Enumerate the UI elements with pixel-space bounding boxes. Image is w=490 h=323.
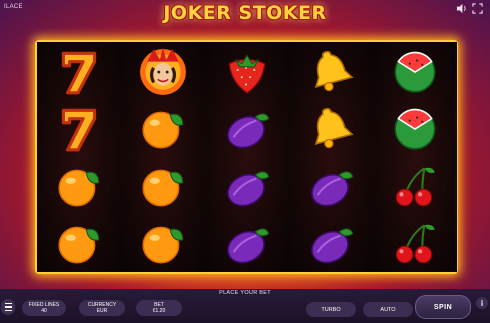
joker-icon <box>140 46 186 95</box>
bet-value: €1.20 <box>152 308 166 314</box>
speaker-icon[interactable] <box>456 3 467 14</box>
bell-icon <box>314 50 354 92</box>
orange-icon <box>142 169 184 207</box>
symbol-orange <box>121 157 205 215</box>
watermelon-icon <box>394 51 436 93</box>
symbol-strawberry <box>205 42 289 100</box>
reel-1 <box>37 42 122 272</box>
symbol-orange <box>37 215 121 273</box>
symbol-watermelon <box>373 100 457 158</box>
symbol-plum <box>205 100 289 158</box>
menu-button[interactable] <box>1 299 15 315</box>
bet-selector[interactable]: BET €1.20 <box>136 300 182 316</box>
symbol-joker <box>121 42 205 100</box>
symbol-orange <box>37 157 121 215</box>
strawberry-icon <box>228 54 266 94</box>
symbol-orange <box>121 100 205 158</box>
symbol-cherry <box>373 157 457 215</box>
top-bar: ILACE JOKER STOKER <box>0 0 490 24</box>
info-button[interactable] <box>476 297 488 309</box>
hamburger-icon <box>4 303 12 305</box>
symbol-plum <box>205 215 289 273</box>
orange-icon <box>142 226 184 264</box>
plum-icon <box>311 171 354 207</box>
symbol-plum <box>205 157 289 215</box>
plum-icon <box>227 228 270 264</box>
orange-icon <box>58 226 100 264</box>
orange-icon <box>142 111 184 149</box>
seven-icon <box>61 51 97 95</box>
reel-4 <box>289 42 374 272</box>
cherry-icon <box>395 167 435 207</box>
fixed-lines-value: 40 <box>41 308 47 314</box>
plum-icon <box>227 171 270 207</box>
bell-icon <box>314 108 354 149</box>
reels-frame <box>35 40 458 274</box>
fixed-lines-display: FIXED LINES 40 <box>22 300 66 316</box>
symbol-plum <box>289 157 373 215</box>
plum-icon <box>227 113 270 149</box>
seven-icon <box>61 109 97 152</box>
reel-3 <box>205 42 290 272</box>
reel-2 <box>121 42 206 272</box>
symbol-seven <box>37 42 121 100</box>
status-message: PLACE YOUR BET <box>219 290 271 296</box>
symbol-bell <box>289 100 373 158</box>
plum-icon <box>311 228 354 264</box>
symbol-watermelon <box>373 42 457 100</box>
symbol-plum <box>289 215 373 273</box>
info-icon <box>481 300 483 306</box>
spin-button[interactable]: SPIN <box>415 295 471 319</box>
symbol-bell <box>289 42 373 100</box>
currency-value: EUR <box>96 308 108 314</box>
fullscreen-icon[interactable] <box>472 3 483 14</box>
turbo-button[interactable]: TURBO <box>306 302 356 317</box>
cherry-icon <box>395 224 435 264</box>
game-title: JOKER STOKER <box>163 2 327 24</box>
orange-icon <box>58 169 100 207</box>
watermelon-icon <box>394 108 436 150</box>
symbol-orange <box>121 215 205 273</box>
auto-button[interactable]: AUTO <box>363 302 413 317</box>
symbol-cherry <box>373 215 457 273</box>
currency-selector[interactable]: CURRENCY EUR <box>79 300 125 316</box>
reel-5 <box>373 42 457 272</box>
symbol-seven <box>37 100 121 158</box>
